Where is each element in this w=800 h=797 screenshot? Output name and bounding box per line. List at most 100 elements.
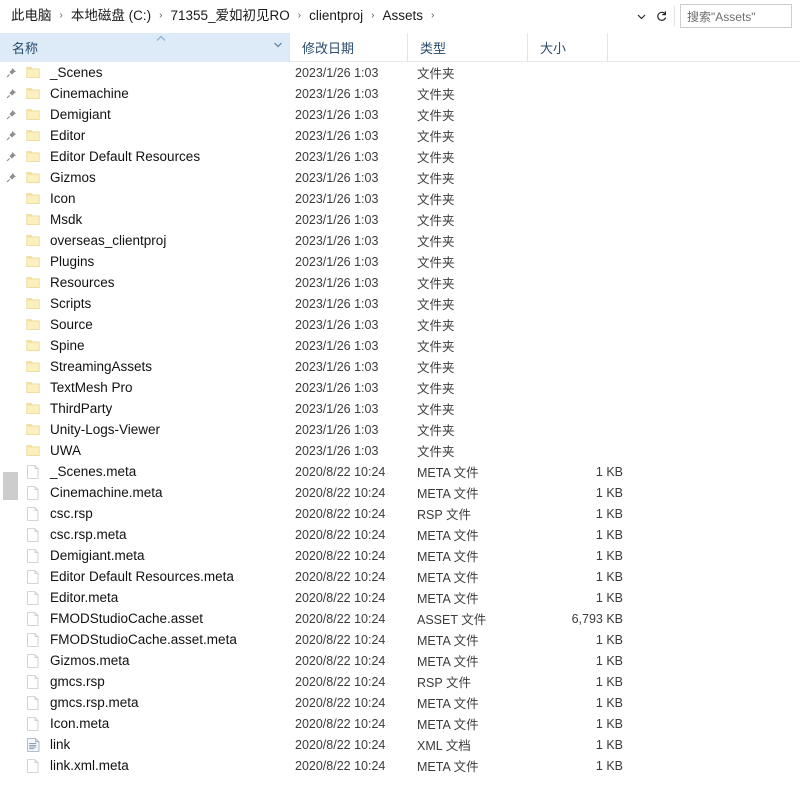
file-name[interactable]: Scripts <box>44 296 290 311</box>
file-name[interactable]: Editor.meta <box>44 590 290 605</box>
file-name[interactable]: Cinemachine <box>44 86 290 101</box>
file-name[interactable]: FMODStudioCache.asset.meta <box>44 632 290 647</box>
file-list[interactable]: _Scenes2023/1/26 1:03文件夹Cinemachine2023/… <box>0 62 800 797</box>
file-name[interactable]: csc.rsp <box>44 506 290 521</box>
breadcrumb-separator-icon[interactable]: › <box>153 4 168 28</box>
file-list-row[interactable]: Gizmos.meta2020/8/22 10:24META 文件1 KB <box>0 650 800 671</box>
search-input[interactable]: 搜索"Assets" <box>680 4 792 28</box>
file-name[interactable]: Editor Default Resources <box>44 149 290 164</box>
file-type: META 文件 <box>415 546 545 565</box>
file-list-row[interactable]: gmcs.rsp.meta2020/8/22 10:24META 文件1 KB <box>0 692 800 713</box>
file-name[interactable]: link.xml.meta <box>44 758 290 773</box>
file-name[interactable]: Msdk <box>44 212 290 227</box>
breadcrumb-item-0[interactable]: 此电脑 <box>9 4 54 28</box>
pin-icon[interactable] <box>0 167 22 188</box>
file-name[interactable]: Cinemachine.meta <box>44 485 290 500</box>
refresh-icon[interactable] <box>651 5 671 27</box>
file-list-row[interactable]: Editor.meta2020/8/22 10:24META 文件1 KB <box>0 587 800 608</box>
file-name[interactable]: Resources <box>44 275 290 290</box>
file-name[interactable]: Icon.meta <box>44 716 290 731</box>
breadcrumb-separator-icon[interactable]: › <box>365 4 380 28</box>
file-list-row[interactable]: _Scenes.meta2020/8/22 10:24META 文件1 KB <box>0 461 800 482</box>
file-list-row[interactable]: Gizmos2023/1/26 1:03文件夹 <box>0 167 800 188</box>
breadcrumb[interactable]: 此电脑›本地磁盘 (C:)›71355_爱如初见RO›clientproj›As… <box>8 4 631 28</box>
pin-icon[interactable] <box>0 83 22 104</box>
chevron-down-icon[interactable] <box>631 5 651 27</box>
file-list-row[interactable]: gmcs.rsp2020/8/22 10:24RSP 文件1 KB <box>0 671 800 692</box>
pin-icon[interactable] <box>0 125 22 146</box>
file-name[interactable]: gmcs.rsp.meta <box>44 695 290 710</box>
file-name[interactable]: _Scenes.meta <box>44 464 290 479</box>
file-list-row[interactable]: Msdk2023/1/26 1:03文件夹 <box>0 209 800 230</box>
file-list-row[interactable]: Spine2023/1/26 1:03文件夹 <box>0 335 800 356</box>
file-name[interactable]: link <box>44 737 290 752</box>
file-name[interactable]: Source <box>44 317 290 332</box>
file-name[interactable]: Spine <box>44 338 290 353</box>
breadcrumb-separator-icon[interactable]: › <box>425 4 440 28</box>
column-header-type[interactable]: 类型 <box>408 33 528 62</box>
file-list-row[interactable]: Scripts2023/1/26 1:03文件夹 <box>0 293 800 314</box>
file-list-row[interactable]: _Scenes2023/1/26 1:03文件夹 <box>0 62 800 83</box>
file-list-row[interactable]: Cinemachine2023/1/26 1:03文件夹 <box>0 83 800 104</box>
file-icon <box>22 654 44 668</box>
file-name[interactable]: FMODStudioCache.asset <box>44 611 290 626</box>
pin-icon[interactable] <box>0 62 22 83</box>
file-name[interactable]: Editor <box>44 128 290 143</box>
file-list-row[interactable]: Demigiant2023/1/26 1:03文件夹 <box>0 104 800 125</box>
pin-icon[interactable] <box>0 146 22 167</box>
breadcrumb-separator-icon[interactable]: › <box>54 4 69 28</box>
file-list-row[interactable]: Demigiant.meta2020/8/22 10:24META 文件1 KB <box>0 545 800 566</box>
breadcrumb-item-2[interactable]: 71355_爱如初见RO <box>168 4 291 28</box>
file-list-row[interactable]: csc.rsp.meta2020/8/22 10:24META 文件1 KB <box>0 524 800 545</box>
file-list-row[interactable]: TextMesh Pro2023/1/26 1:03文件夹 <box>0 377 800 398</box>
column-header-size[interactable]: 大小 <box>528 33 608 62</box>
file-list-row[interactable]: Plugins2023/1/26 1:03文件夹 <box>0 251 800 272</box>
file-list-row[interactable]: FMODStudioCache.asset.meta2020/8/22 10:2… <box>0 629 800 650</box>
file-name[interactable]: UWA <box>44 443 290 458</box>
file-name[interactable]: Editor Default Resources.meta <box>44 569 290 584</box>
file-name[interactable]: csc.rsp.meta <box>44 527 290 542</box>
file-list-row[interactable]: Editor Default Resources.meta2020/8/22 1… <box>0 566 800 587</box>
column-header-name[interactable]: 名称 <box>0 33 290 62</box>
file-list-row[interactable]: Unity-Logs-Viewer2023/1/26 1:03文件夹 <box>0 419 800 440</box>
breadcrumb-item-3[interactable]: clientproj <box>307 4 365 28</box>
file-name[interactable]: ThirdParty <box>44 401 290 416</box>
pin-placeholder <box>0 671 22 692</box>
file-name[interactable]: _Scenes <box>44 65 290 80</box>
file-list-row[interactable]: csc.rsp2020/8/22 10:24RSP 文件1 KB <box>0 503 800 524</box>
file-list-row[interactable]: link.xml.meta2020/8/22 10:24META 文件1 KB <box>0 755 800 776</box>
file-size: 1 KB <box>545 633 627 647</box>
file-list-row[interactable]: Source2023/1/26 1:03文件夹 <box>0 314 800 335</box>
file-name[interactable]: Unity-Logs-Viewer <box>44 422 290 437</box>
column-header-name-chevron-down-icon[interactable] <box>273 41 283 52</box>
breadcrumb-item-1[interactable]: 本地磁盘 (C:) <box>69 4 153 28</box>
file-list-row[interactable]: Cinemachine.meta2020/8/22 10:24META 文件1 … <box>0 482 800 503</box>
file-name[interactable]: Demigiant.meta <box>44 548 290 563</box>
file-list-row[interactable]: Editor Default Resources2023/1/26 1:03文件… <box>0 146 800 167</box>
file-name[interactable]: Gizmos.meta <box>44 653 290 668</box>
file-list-row[interactable]: Icon.meta2020/8/22 10:24META 文件1 KB <box>0 713 800 734</box>
file-list-row[interactable]: overseas_clientproj2023/1/26 1:03文件夹 <box>0 230 800 251</box>
file-name[interactable]: Gizmos <box>44 170 290 185</box>
file-list-row[interactable]: ThirdParty2023/1/26 1:03文件夹 <box>0 398 800 419</box>
scrollbar-thumb[interactable] <box>3 472 18 500</box>
breadcrumb-item-4[interactable]: Assets <box>380 4 425 28</box>
file-name[interactable]: Plugins <box>44 254 290 269</box>
file-list-row[interactable]: Editor2023/1/26 1:03文件夹 <box>0 125 800 146</box>
file-name[interactable]: Demigiant <box>44 107 290 122</box>
file-list-row[interactable]: Resources2023/1/26 1:03文件夹 <box>0 272 800 293</box>
file-name[interactable]: StreamingAssets <box>44 359 290 374</box>
file-list-row[interactable]: StreamingAssets2023/1/26 1:03文件夹 <box>0 356 800 377</box>
file-list-row[interactable]: Icon2023/1/26 1:03文件夹 <box>0 188 800 209</box>
file-list-row[interactable]: link2020/8/22 10:24XML 文档1 KB <box>0 734 800 755</box>
file-date-modified: 2023/1/26 1:03 <box>290 129 415 143</box>
file-name[interactable]: TextMesh Pro <box>44 380 290 395</box>
column-header-date-modified[interactable]: 修改日期 <box>290 33 408 62</box>
file-name[interactable]: overseas_clientproj <box>44 233 290 248</box>
file-name[interactable]: Icon <box>44 191 290 206</box>
file-name[interactable]: gmcs.rsp <box>44 674 290 689</box>
pin-icon[interactable] <box>0 104 22 125</box>
file-list-row[interactable]: FMODStudioCache.asset2020/8/22 10:24ASSE… <box>0 608 800 629</box>
file-list-row[interactable]: UWA2023/1/26 1:03文件夹 <box>0 440 800 461</box>
breadcrumb-separator-icon[interactable]: › <box>292 4 307 28</box>
